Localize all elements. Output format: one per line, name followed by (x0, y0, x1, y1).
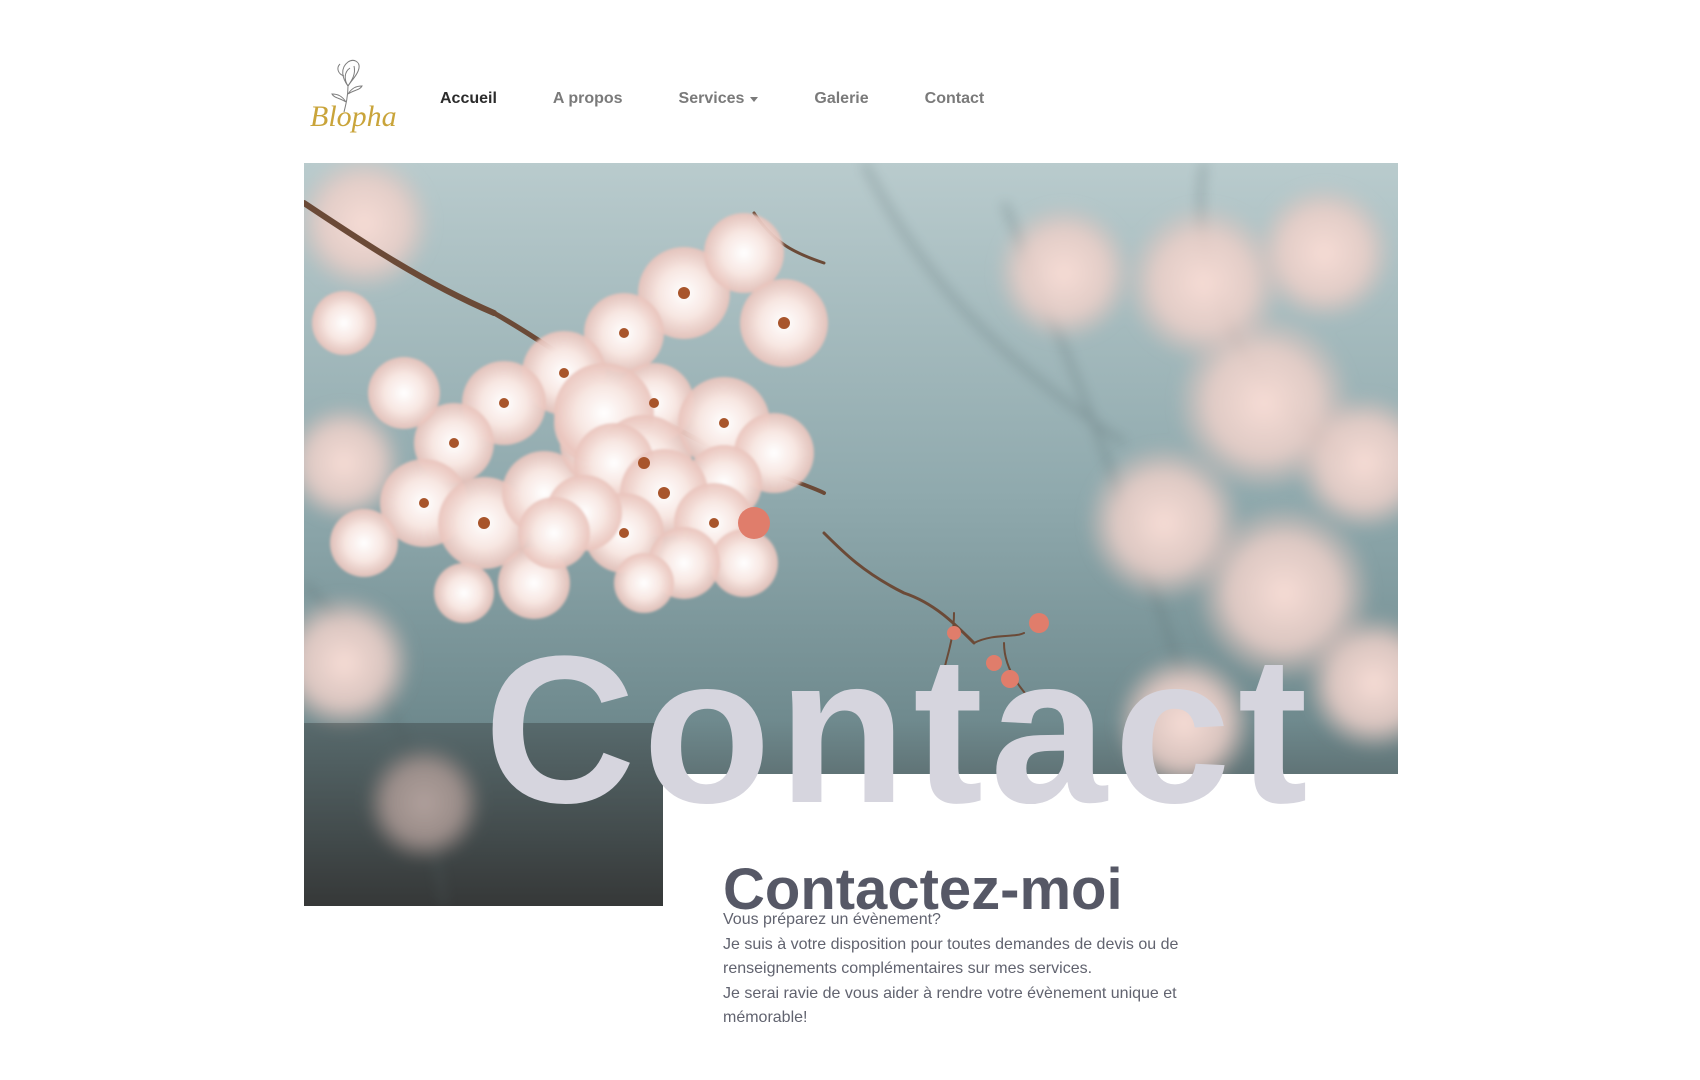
nav-item-services-label: Services (678, 90, 745, 107)
watermark-title: Contact (484, 612, 1315, 847)
nav-item-galerie[interactable]: Galerie (814, 90, 868, 108)
brand-logo[interactable]: Blopha (304, 56, 400, 144)
intro-line-3: Je serai ravie de vous aider à rendre vo… (723, 984, 1177, 1027)
nav-item-contact[interactable]: Contact (925, 90, 985, 108)
intro-line-1: Vous préparez un évènement? (723, 911, 941, 928)
caret-down-icon (750, 96, 759, 102)
main-nav: Accueil A propos Services Galerie Contac… (440, 86, 1040, 112)
nav-item-accueil[interactable]: Accueil (440, 90, 497, 108)
nav-item-services[interactable]: Services (679, 90, 759, 108)
intro-line-2: Je suis à votre disposition pour toutes … (723, 935, 1179, 978)
contact-intro-text: Vous préparez un évènement? Je suis à vo… (723, 908, 1223, 1031)
logo-text: Blopha (310, 100, 397, 133)
nav-item-a-propos[interactable]: A propos (553, 90, 623, 108)
flower-logo-icon: Blopha (310, 59, 397, 133)
page: Blopha Accueil A propos Services Galerie… (0, 0, 1700, 1080)
